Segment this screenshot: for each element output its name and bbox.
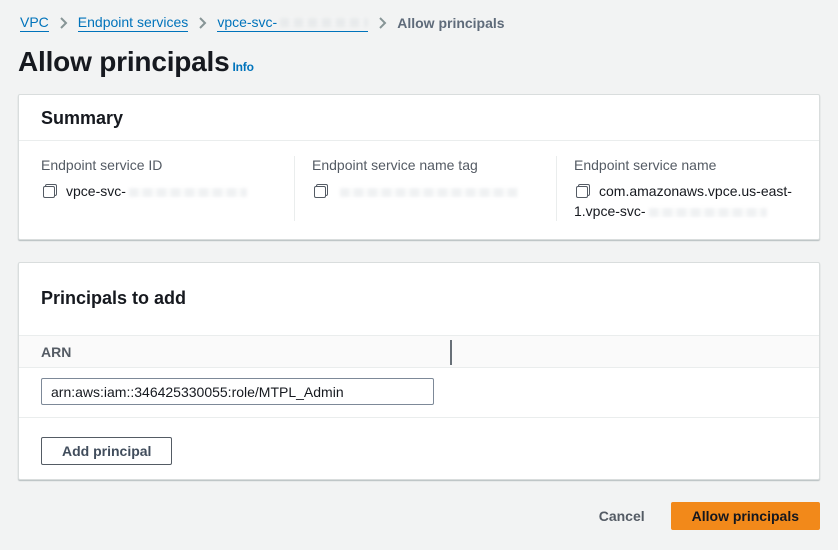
- breadcrumb-link-endpoint-service-id[interactable]: vpce-svc-: [217, 14, 368, 32]
- breadcrumb-service-prefix: vpce-svc-: [217, 14, 277, 31]
- breadcrumb-current: Allow principals: [397, 15, 504, 31]
- redacted-text: [649, 208, 767, 217]
- allow-principals-button[interactable]: Allow principals: [671, 502, 820, 530]
- copy-icon[interactable]: [43, 184, 57, 198]
- add-principal-button[interactable]: Add principal: [41, 437, 172, 465]
- breadcrumb: VPC Endpoint services vpce-svc- Allow pr…: [18, 14, 820, 32]
- principals-title: Principals to add: [41, 288, 797, 309]
- principals-card-header: Principals to add: [19, 263, 819, 335]
- summary-field-endpoint-service-name-tag: Endpoint service name tag: [294, 156, 556, 221]
- arn-input-row: [19, 368, 819, 417]
- field-label: Endpoint service ID: [41, 156, 278, 174]
- cancel-button[interactable]: Cancel: [599, 504, 645, 528]
- chevron-right-icon: [378, 17, 387, 29]
- redacted-text: [280, 18, 368, 27]
- field-label: Endpoint service name tag: [312, 156, 540, 174]
- footer-actions: Cancel Allow principals: [18, 502, 820, 550]
- chevron-right-icon: [198, 17, 207, 29]
- summary-content: Endpoint service ID vpce-svc- Endpoint s…: [19, 141, 819, 239]
- copy-icon[interactable]: [314, 184, 328, 198]
- summary-title: Summary: [41, 108, 797, 129]
- summary-field-endpoint-service-id: Endpoint service ID vpce-svc-: [19, 156, 294, 221]
- add-principal-row: Add principal: [19, 418, 819, 479]
- column-resize-divider[interactable]: [450, 340, 452, 365]
- redacted-text: [129, 188, 247, 197]
- field-value: com.amazonaws.vpce.us-east-1.vpce-svc-: [574, 181, 803, 221]
- field-value: vpce-svc-: [41, 181, 278, 201]
- chevron-right-icon: [59, 17, 68, 29]
- arn-column-label: ARN: [41, 344, 71, 360]
- field-label: Endpoint service name: [574, 156, 803, 174]
- principals-card: Principals to add ARN Add principal: [18, 262, 820, 480]
- summary-field-endpoint-service-name: Endpoint service name com.amazonaws.vpce…: [556, 156, 819, 221]
- info-link[interactable]: Info: [233, 60, 254, 74]
- page-title-text: Allow principals: [18, 46, 230, 77]
- breadcrumb-link-endpoint-services[interactable]: Endpoint services: [78, 14, 189, 32]
- field-value-text: vpce-svc-: [66, 183, 126, 199]
- copy-icon[interactable]: [576, 184, 590, 198]
- summary-card-header: Summary: [19, 95, 819, 141]
- page-title: Allow principalsInfo: [18, 46, 820, 78]
- field-value: [312, 181, 540, 201]
- summary-card: Summary Endpoint service ID vpce-svc- En…: [18, 94, 820, 240]
- arn-column-header: ARN: [19, 335, 819, 368]
- breadcrumb-link-vpc[interactable]: VPC: [20, 14, 49, 32]
- arn-input[interactable]: [41, 378, 434, 405]
- redacted-text: [340, 188, 518, 197]
- allow-principals-page: VPC Endpoint services vpce-svc- Allow pr…: [0, 0, 838, 550]
